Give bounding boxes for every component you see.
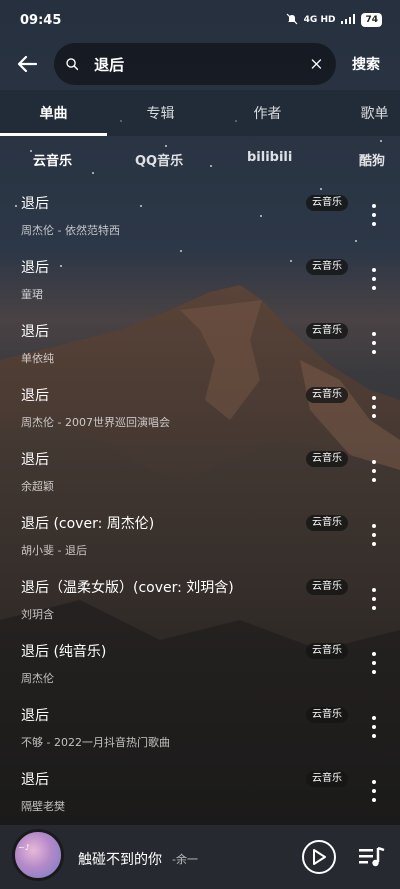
source-badge: 云音乐 <box>306 195 348 211</box>
more-options-icon[interactable] <box>362 522 386 548</box>
more-options-icon[interactable] <box>362 394 386 420</box>
playlist-queue-button[interactable] <box>358 845 386 869</box>
song-title: 退后 <box>21 196 49 212</box>
play-button[interactable] <box>302 840 336 874</box>
song-subtitle: 刘玥含 <box>21 608 54 621</box>
status-bar: 09:45 4G HD 74 <box>0 0 400 40</box>
battery-indicator: 74 <box>361 13 382 27</box>
source-netease[interactable]: 云音乐 <box>33 150 72 169</box>
list-item[interactable]: 退后 (cover: 周杰伦) 胡小斐 - 退后 云音乐 <box>0 502 400 566</box>
search-button[interactable]: 搜索 <box>352 54 380 74</box>
back-button[interactable] <box>0 42 54 86</box>
clear-icon[interactable] <box>311 56 322 72</box>
song-title: 退后 <box>21 772 49 788</box>
song-subtitle: 胡小斐 - 退后 <box>21 544 87 557</box>
source-badge: 云音乐 <box>306 579 348 595</box>
source-badge: 云音乐 <box>306 387 348 403</box>
search-header: 搜索 <box>0 40 400 88</box>
tab-playlists[interactable]: 歌单 <box>321 90 400 136</box>
tab-artists[interactable]: 作者 <box>214 90 321 136</box>
signal-icon <box>341 13 356 27</box>
song-subtitle: 不够 - 2022一月抖音热门歌曲 <box>21 736 170 749</box>
source-tabs: 云音乐 QQ音乐 bilibili 酷狗 <box>0 140 400 180</box>
more-options-icon[interactable] <box>362 778 386 804</box>
mute-icon <box>286 13 298 28</box>
play-icon <box>313 849 326 865</box>
more-options-icon[interactable] <box>362 714 386 740</box>
tab-albums[interactable]: 专辑 <box>107 90 214 136</box>
search-box[interactable] <box>54 43 336 85</box>
more-options-icon[interactable] <box>362 650 386 676</box>
list-item[interactable]: 退后 童珺 云音乐 <box>0 246 400 310</box>
song-title: 退后（温柔女版）(cover: 刘玥含) <box>21 580 234 596</box>
source-kugou[interactable]: 酷狗 <box>359 150 385 169</box>
song-subtitle: 单依纯 <box>21 352 54 365</box>
network-indicator: 4G HD <box>303 15 336 25</box>
song-subtitle: 童珺 <box>21 288 43 301</box>
song-subtitle: 周杰伦 <box>21 672 54 685</box>
source-bilibili[interactable]: bilibili <box>247 150 292 165</box>
source-badge: 云音乐 <box>306 771 348 787</box>
more-options-icon[interactable] <box>362 266 386 292</box>
list-item[interactable]: 退后（温柔女版）(cover: 刘玥含) 刘玥含 云音乐 <box>0 566 400 630</box>
list-item[interactable]: 退后 (纯音乐) 周杰伦 云音乐 <box>0 630 400 694</box>
tab-songs[interactable]: 单曲 <box>0 90 107 136</box>
list-item[interactable]: 退后 余超颖 云音乐 <box>0 438 400 502</box>
mini-player[interactable]: ~♪ 触碰不到的你 -余一 <box>0 825 400 889</box>
source-badge: 云音乐 <box>306 323 348 339</box>
source-qq[interactable]: QQ音乐 <box>135 150 183 169</box>
song-title: 退后 <box>21 260 49 276</box>
category-tabs: 单曲 专辑 作者 歌单 <box>0 90 400 136</box>
now-playing-title: 触碰不到的你 <box>78 852 162 868</box>
song-subtitle: 周杰伦 - 依然范特西 <box>21 224 120 237</box>
source-badge: 云音乐 <box>306 451 348 467</box>
album-cover[interactable] <box>12 829 64 881</box>
playlist-icon <box>359 846 385 867</box>
song-subtitle: 隔壁老樊 <box>21 800 65 813</box>
now-playing-artist: -余一 <box>172 853 198 866</box>
more-options-icon[interactable] <box>362 586 386 612</box>
more-options-icon[interactable] <box>362 458 386 484</box>
arrow-left-icon <box>17 55 37 73</box>
song-title: 退后 <box>21 388 49 404</box>
song-title: 退后 <box>21 452 49 468</box>
more-options-icon[interactable] <box>362 330 386 356</box>
source-badge: 云音乐 <box>306 643 348 659</box>
song-subtitle: 周杰伦 - 2007世界巡回演唱会 <box>21 416 170 429</box>
source-badge: 云音乐 <box>306 707 348 723</box>
source-badge: 云音乐 <box>306 259 348 275</box>
search-icon <box>66 58 79 71</box>
list-item[interactable]: 退后 周杰伦 - 2007世界巡回演唱会 云音乐 <box>0 374 400 438</box>
search-input[interactable] <box>94 55 312 73</box>
list-item[interactable]: 退后 隔壁老樊 云音乐 <box>0 758 400 822</box>
list-item[interactable]: 退后 不够 - 2022一月抖音热门歌曲 云音乐 <box>0 694 400 758</box>
album-cover-art-text: ~♪ <box>18 843 30 852</box>
song-title: 退后 <box>21 708 49 724</box>
song-subtitle: 余超颖 <box>21 480 54 493</box>
active-tab-indicator <box>0 133 107 136</box>
song-title: 退后 (cover: 周杰伦) <box>21 516 155 532</box>
song-title: 退后 <box>21 324 49 340</box>
list-item[interactable]: 退后 单依纯 云音乐 <box>0 310 400 374</box>
source-badge: 云音乐 <box>306 515 348 531</box>
song-title: 退后 (纯音乐) <box>21 644 107 660</box>
more-options-icon[interactable] <box>362 202 386 228</box>
status-time: 09:45 <box>20 12 62 28</box>
list-item[interactable]: 退后 周杰伦 - 依然范特西 云音乐 <box>0 182 400 246</box>
